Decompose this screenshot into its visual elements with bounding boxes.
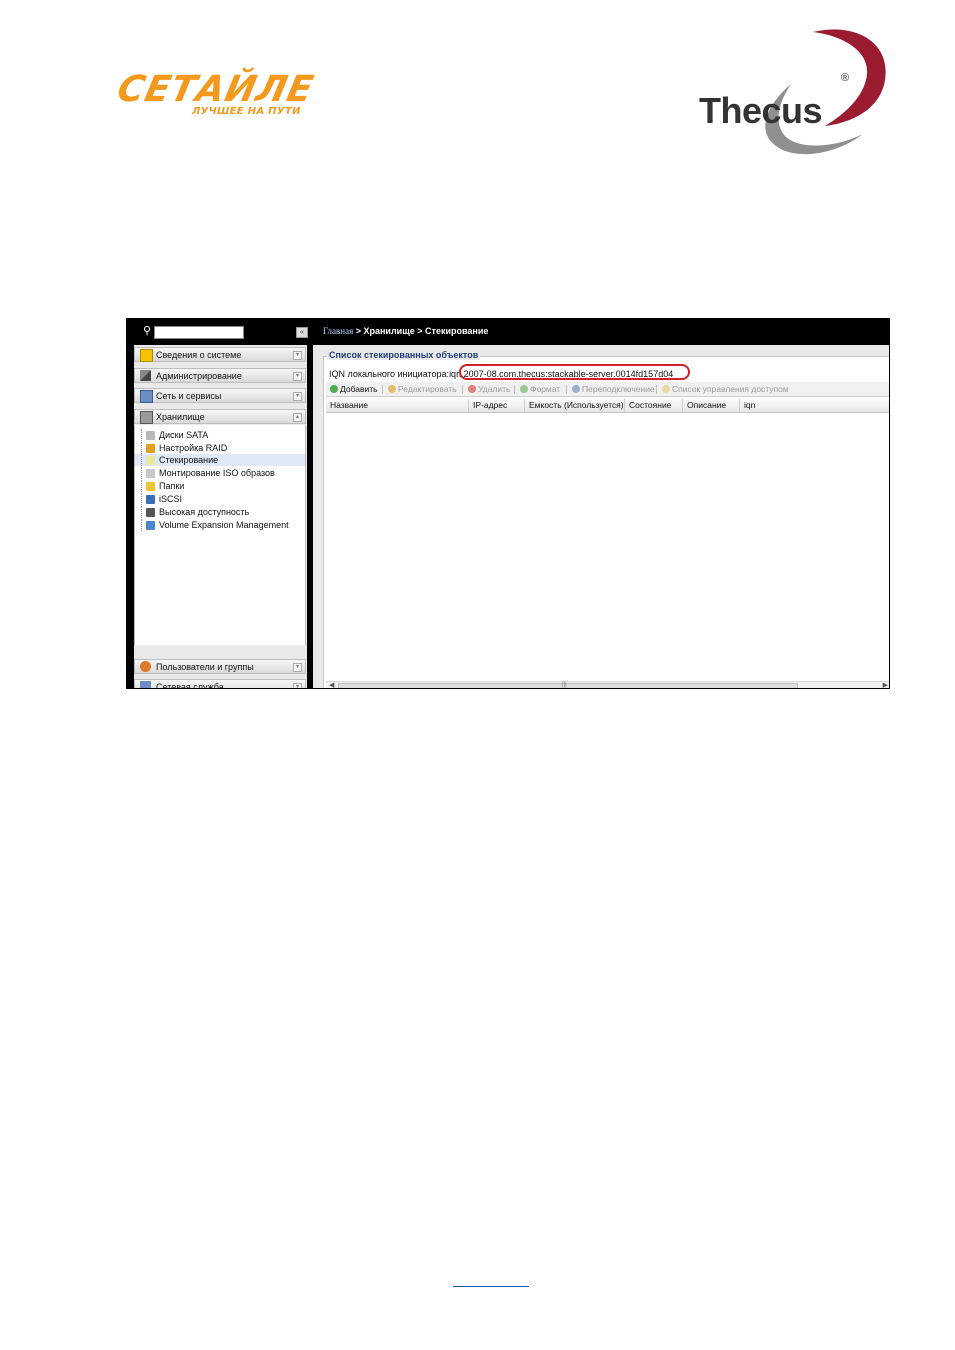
column-header-name[interactable]: Название bbox=[326, 399, 469, 412]
toolbar: Добавить Редактировать Удалить Формат Пе… bbox=[326, 382, 889, 397]
scrollbar-thumb[interactable] bbox=[338, 683, 798, 688]
acl-icon bbox=[662, 385, 670, 393]
sidebar-section-label: Пользователи и группы bbox=[156, 662, 254, 672]
sidebar-item-label: Настройка RAID bbox=[159, 443, 228, 453]
main-panel: Главная > Хранилище > Стекирование Списо… bbox=[313, 319, 889, 688]
chevron-down-icon[interactable]: ▾ bbox=[293, 372, 302, 381]
info-icon bbox=[140, 349, 153, 362]
sidebar-item-raid[interactable]: Настройка RAID bbox=[135, 442, 305, 454]
sidebar-section-administration[interactable]: Администрирование ▾ bbox=[134, 368, 306, 383]
sidebar-item-folders[interactable]: Папки bbox=[135, 480, 305, 492]
sidebar-section-storage[interactable]: Хранилище ▴ bbox=[134, 409, 306, 424]
scroll-left-icon[interactable]: ◀ bbox=[329, 681, 334, 688]
column-header-iqn[interactable]: iqn bbox=[740, 399, 889, 412]
stack-icon bbox=[146, 456, 155, 465]
add-icon bbox=[330, 385, 338, 393]
horizontal-scrollbar[interactable]: ◀ ||| ▶ bbox=[326, 681, 889, 688]
storage-subitems: Диски SATA Настройка RAID Стекирование М… bbox=[134, 425, 306, 645]
sidebar-item-label: Стекирование bbox=[159, 455, 219, 465]
sidebar-section-label: Администрирование bbox=[156, 371, 242, 381]
acl-button[interactable]: Список управления доступом bbox=[662, 382, 789, 396]
cetaile-logo: СЕТАЙЛЕ ЛУЧШЕЕ НА ПУТИ bbox=[114, 69, 358, 122]
footer-link-underline[interactable] bbox=[453, 1286, 529, 1287]
sidebar-item-label: Volume Expansion Management bbox=[159, 520, 289, 530]
scroll-right-icon[interactable]: ▶ bbox=[883, 681, 888, 688]
iqn-highlight-oval bbox=[459, 364, 690, 380]
sidebar-section-network-service[interactable]: Сетевая служба ▾ bbox=[134, 679, 306, 689]
sidebar-item-sata-disks[interactable]: Диски SATA bbox=[135, 429, 305, 441]
registered-mark: ® bbox=[841, 72, 850, 84]
sidebar-item-label: Монтирование ISO образов bbox=[159, 468, 275, 478]
collapse-sidebar-icon[interactable]: « bbox=[296, 327, 308, 338]
thecus-logo: Thecus ® bbox=[695, 22, 895, 162]
sidebar-section-label: Сведения о системе bbox=[156, 350, 242, 360]
format-icon bbox=[520, 385, 528, 393]
network-icon bbox=[140, 390, 153, 403]
storage-icon bbox=[140, 411, 153, 424]
breadcrumb-home-link[interactable]: Главная bbox=[323, 326, 353, 336]
sidebar-section-network[interactable]: Сеть и сервисы ▾ bbox=[134, 388, 306, 403]
raid-icon bbox=[146, 444, 155, 453]
chevron-up-icon[interactable]: ▴ bbox=[293, 413, 302, 422]
sidebar-section-label: Хранилище bbox=[156, 412, 205, 422]
users-icon bbox=[140, 661, 151, 672]
sidebar-item-volume-expansion[interactable]: Volume Expansion Management bbox=[135, 519, 305, 531]
search-icon: ⚲ bbox=[143, 325, 152, 337]
tools-icon bbox=[140, 370, 151, 381]
chevron-down-icon[interactable]: ▾ bbox=[293, 683, 302, 688]
iqn-label: IQN локального инициатора: bbox=[329, 369, 450, 379]
stack-table-body bbox=[326, 413, 889, 676]
reconnect-button[interactable]: Переподключение bbox=[572, 382, 655, 396]
edit-icon bbox=[388, 385, 396, 393]
sidebar-section-label: Сеть и сервисы bbox=[156, 391, 222, 401]
delete-icon bbox=[468, 385, 476, 393]
sidebar-item-label: Папки bbox=[159, 481, 185, 491]
nas-admin-screenshot: ⚲ « Сведения о системе ▾ Администрирован… bbox=[126, 318, 890, 689]
chevron-down-icon[interactable]: ▾ bbox=[293, 663, 302, 672]
sidebar-item-label: iSCSI bbox=[159, 494, 183, 504]
folder-icon bbox=[146, 482, 155, 491]
disk-icon bbox=[146, 431, 155, 440]
add-button[interactable]: Добавить bbox=[330, 382, 378, 396]
iscsi-icon bbox=[146, 495, 155, 504]
volume-expansion-icon bbox=[146, 521, 155, 530]
stack-table-header: Название IP-адрес Емкость (Используется)… bbox=[326, 399, 889, 413]
logo-slogan: ЛУЧШЕЕ НА ПУТИ bbox=[192, 106, 301, 117]
ha-icon bbox=[146, 508, 155, 517]
sidebar-item-iso-mount[interactable]: Монтирование ISO образов bbox=[135, 467, 305, 479]
sidebar-search-bar: ⚲ « bbox=[127, 319, 313, 345]
logo-wordmark: СЕТАЙЛЕ bbox=[113, 69, 318, 110]
sidebar-item-label: Диски SATA bbox=[159, 430, 209, 440]
thecus-brand: Thecus bbox=[699, 90, 823, 131]
sidebar-item-high-availability[interactable]: Высокая доступность bbox=[135, 506, 305, 518]
sidebar-section-label: Сетевая служба bbox=[156, 682, 224, 689]
sidebar-item-stacking[interactable]: Стекирование bbox=[135, 454, 305, 466]
format-button[interactable]: Формат bbox=[520, 382, 560, 396]
sidebar-item-label: Высокая доступность bbox=[159, 507, 250, 517]
search-input[interactable] bbox=[154, 326, 244, 339]
breadcrumb-path: > Хранилище > Стекирование bbox=[353, 326, 489, 336]
column-header-ip[interactable]: IP-адрес bbox=[469, 399, 525, 412]
chevron-down-icon[interactable]: ▾ bbox=[293, 392, 302, 401]
sidebar: ⚲ « Сведения о системе ▾ Администрирован… bbox=[127, 319, 313, 688]
edit-button[interactable]: Редактировать bbox=[388, 382, 457, 396]
sidebar-item-iscsi[interactable]: iSCSI bbox=[135, 493, 305, 505]
iso-icon bbox=[146, 469, 155, 478]
breadcrumb: Главная > Хранилище > Стекирование bbox=[313, 319, 889, 345]
network-service-icon bbox=[140, 681, 151, 688]
column-header-status[interactable]: Состояние bbox=[625, 399, 683, 412]
delete-button[interactable]: Удалить bbox=[468, 382, 510, 396]
column-header-description[interactable]: Описание bbox=[683, 399, 740, 412]
sidebar-nav: Сведения о системе ▾ Администрирование ▾… bbox=[134, 345, 307, 688]
sidebar-section-system-info[interactable]: Сведения о системе ▾ bbox=[134, 347, 306, 362]
reconnect-icon bbox=[572, 385, 580, 393]
sidebar-section-users-groups[interactable]: Пользователи и группы ▾ bbox=[134, 659, 306, 674]
content-area: Список стекированных объектов IQN локаль… bbox=[313, 345, 889, 688]
chevron-down-icon[interactable]: ▾ bbox=[293, 351, 302, 360]
stack-list-title: Список стекированных объектов bbox=[327, 350, 481, 360]
column-header-capacity[interactable]: Емкость (Используется) bbox=[525, 399, 625, 412]
